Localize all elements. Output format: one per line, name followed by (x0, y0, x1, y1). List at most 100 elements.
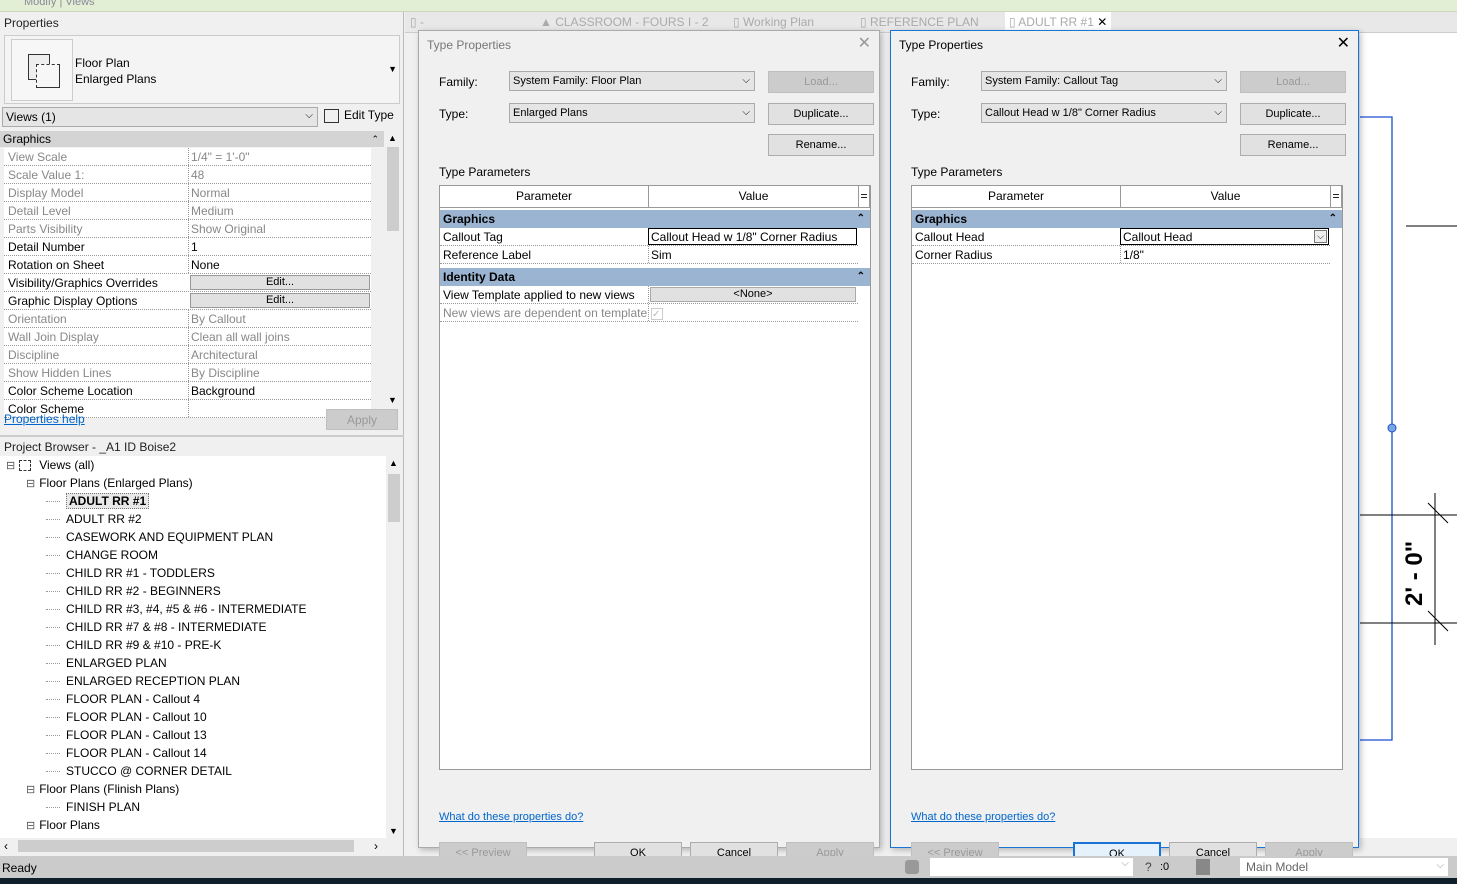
duplicate-button[interactable]: Duplicate... (1240, 103, 1346, 125)
property-value[interactable]: Medium (188, 202, 371, 219)
property-row[interactable]: View Scale 1/4" = 1'-0" (4, 148, 371, 166)
help-link[interactable]: What do these properties do? (911, 811, 1055, 823)
family-dropdown[interactable]: System Family: Floor Plan ⌵ (509, 71, 755, 91)
browser-item[interactable]: CHILD RR #2 - BEGINNERS (46, 582, 221, 600)
column-menu-button[interactable]: = (1331, 186, 1342, 208)
property-value[interactable]: Architectural (188, 346, 371, 363)
collapse-icon[interactable]: ⌃ (1329, 210, 1337, 228)
browser-item[interactable]: FINISH PLAN (46, 798, 140, 816)
close-icon[interactable]: ✕ (1337, 33, 1350, 53)
property-row[interactable]: Detail Number 1 (4, 238, 371, 256)
browser-item[interactable]: CHANGE ROOM (46, 546, 158, 564)
property-row[interactable]: Color Scheme Location Background (4, 382, 371, 400)
dependent-checkbox[interactable]: ✓ (651, 308, 663, 320)
collapse-toggle-icon[interactable]: ⊟ (6, 460, 15, 472)
load-button[interactable]: Load... (768, 71, 874, 93)
browser-item[interactable]: ⊟ Floor Plans (26, 816, 100, 834)
family-dropdown[interactable]: System Family: Callout Tag ⌵ (981, 71, 1227, 91)
browser-item[interactable]: ADULT RR #1 (46, 492, 150, 510)
design-option-dropdown[interactable]: Main Model ⌵ (1240, 858, 1448, 876)
properties-scrollbar[interactable]: ▲ ▼ (385, 131, 401, 407)
property-row[interactable]: Detail Level Medium (4, 202, 371, 220)
collapse-icon[interactable]: ⌃ (857, 210, 865, 228)
worksets-icon[interactable] (905, 860, 919, 874)
property-row[interactable]: Show Hidden Lines By Discipline (4, 364, 371, 382)
workset-dropdown[interactable]: ⌵ (930, 858, 1133, 876)
rename-button[interactable]: Rename... (768, 134, 874, 156)
property-value[interactable]: 1 (188, 238, 371, 255)
edit-button[interactable]: Edit... (190, 275, 370, 290)
browser-item[interactable]: ⊟ Floor Plans (Enlarged Plans) (26, 474, 193, 492)
parameter-value[interactable]: Callout Head w 1/8" Corner Radius (648, 228, 857, 245)
type-selector[interactable]: Floor Plan Enlarged Plans ▼ (4, 35, 400, 104)
browser-hscrollbar[interactable]: ‹ › (0, 838, 386, 854)
design-options-icon[interactable] (1196, 859, 1210, 875)
property-value[interactable]: 48 (188, 166, 371, 183)
property-value[interactable]: None (188, 256, 371, 273)
edit-type-button[interactable]: Edit Type (324, 108, 394, 123)
chevron-down-icon[interactable]: ⌵ (1314, 230, 1327, 243)
view-tab[interactable]: ▯ Working Plan (733, 15, 814, 29)
browser-item[interactable]: FLOOR PLAN - Callout 10 (46, 708, 207, 726)
property-value[interactable]: By Discipline (188, 364, 371, 381)
browser-item[interactable]: ⊟ Views (all) (6, 456, 94, 474)
parameter-row[interactable]: View Template applied to new views <None> (440, 286, 858, 304)
collapse-icon[interactable]: ⌃ (857, 268, 865, 286)
browser-item[interactable]: ENLARGED RECEPTION PLAN (46, 672, 240, 690)
browser-item[interactable]: CHILD RR #7 & #8 - INTERMEDIATE (46, 618, 266, 636)
parameter-group[interactable]: Graphics ⌃ (912, 210, 1342, 228)
column-header-parameter[interactable]: Parameter (440, 186, 649, 208)
view-tab[interactable]: ▯ - (410, 15, 424, 29)
view-template-button[interactable]: <None> (650, 287, 856, 302)
property-row[interactable]: Scale Value 1: 48 (4, 166, 371, 184)
view-tab[interactable]: ▲ CLASSROOM - FOURS I - 2 (540, 15, 709, 29)
collapse-toggle-icon[interactable]: ⊟ (26, 784, 35, 796)
property-value[interactable]: Show Original (188, 220, 371, 237)
property-row[interactable]: Wall Join Display Clean all wall joins (4, 328, 371, 346)
browser-item[interactable]: STUCCO @ CORNER DETAIL (46, 762, 232, 780)
views-filter-dropdown[interactable]: Views (1) ⌵ (2, 107, 318, 127)
browser-item[interactable]: ⊟ Floor Plans (Flinish Plans) (26, 780, 179, 798)
load-button[interactable]: Load... (1240, 71, 1346, 93)
parameter-group[interactable]: Identity Data ⌃ (440, 268, 870, 286)
browser-item[interactable]: ADULT RR #2 (46, 510, 142, 528)
property-value[interactable]: Background (188, 382, 371, 399)
duplicate-button[interactable]: Duplicate... (768, 103, 874, 125)
group-graphics[interactable]: Graphics ⌃ (0, 131, 384, 147)
browser-item[interactable]: CHILD RR #1 - TODDLERS (46, 564, 215, 582)
browser-item[interactable]: CASEWORK AND EQUIPMENT PLAN (46, 528, 273, 546)
browser-item[interactable]: CHILD RR #9 & #10 - PRE-K (46, 636, 221, 654)
drawing-canvas[interactable]: 2' - 0" (1360, 33, 1457, 838)
column-menu-button[interactable]: = (859, 186, 870, 208)
property-row[interactable]: Rotation on Sheet None (4, 256, 371, 274)
type-dropdown[interactable]: Enlarged Plans ⌵ (509, 103, 755, 123)
browser-item[interactable]: FLOOR PLAN - Callout 14 (46, 744, 207, 762)
parameter-value[interactable]: Sim (648, 246, 857, 263)
parameter-value[interactable]: ✓ (648, 304, 857, 321)
properties-help-link[interactable]: Properties help (4, 412, 85, 426)
view-tab[interactable]: ▯ REFERENCE PLAN (860, 15, 979, 29)
property-value[interactable]: By Callout (188, 310, 371, 327)
property-row[interactable]: Parts Visibility Show Original (4, 220, 371, 238)
property-row[interactable]: Discipline Architectural (4, 346, 371, 364)
parameter-value[interactable]: Callout Head ⌵ (1120, 228, 1329, 245)
editable-only-icon[interactable]: ? (1145, 860, 1152, 874)
property-value[interactable]: Clean all wall joins (188, 328, 371, 345)
property-row[interactable]: Display Model Normal (4, 184, 371, 202)
parameter-row[interactable]: New views are dependent on template ✓ (440, 304, 858, 322)
edit-button[interactable]: Edit... (190, 293, 370, 308)
browser-item[interactable]: ENLARGED PLAN (46, 654, 167, 672)
browser-item[interactable]: CHILD RR #3, #4, #5 & #6 - INTERMEDIATE (46, 600, 307, 618)
parameter-value[interactable]: 1/8" (1120, 246, 1329, 263)
parameter-row[interactable]: Reference Label Sim (440, 246, 858, 264)
browser-scrollbar[interactable]: ▲ ▼ (386, 456, 402, 838)
browser-item[interactable]: FLOOR PLAN - Callout 4 (46, 690, 200, 708)
property-row[interactable]: Visibility/Graphics Overrides Edit... (4, 274, 371, 292)
property-value[interactable]: Normal (188, 184, 371, 201)
type-dropdown[interactable]: Callout Head w 1/8" Corner Radius ⌵ (981, 103, 1227, 123)
close-icon[interactable]: ✕ (858, 33, 871, 53)
browser-item[interactable]: FLOOR PLAN - Callout 13 (46, 726, 207, 744)
apply-button[interactable]: Apply (326, 409, 398, 430)
collapse-toggle-icon[interactable]: ⊟ (26, 478, 35, 490)
collapse-toggle-icon[interactable]: ⊟ (26, 820, 35, 832)
